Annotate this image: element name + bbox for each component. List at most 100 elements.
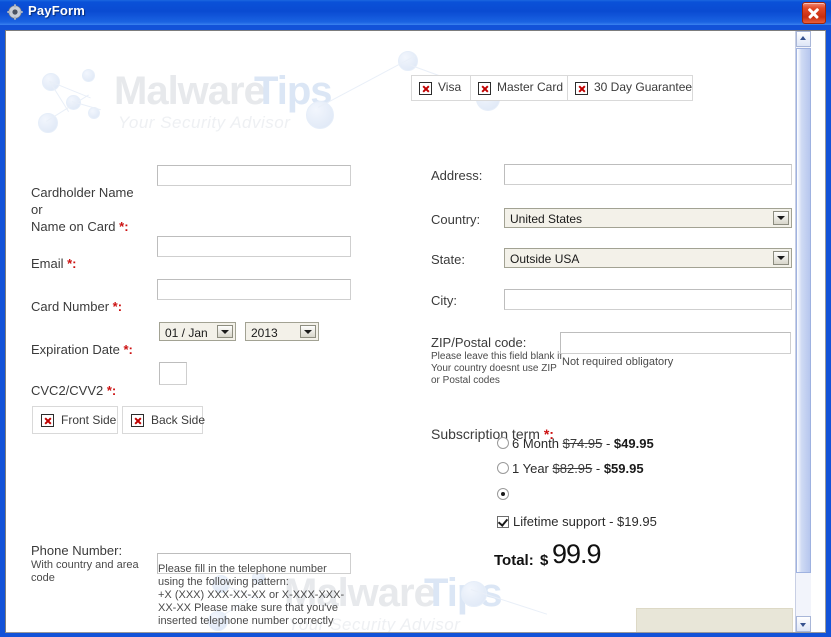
vertical-scrollbar[interactable]: [795, 31, 811, 632]
watermark-node: [82, 69, 95, 82]
option-old-price: $74.95: [562, 436, 603, 451]
address-label: Address:: [431, 168, 483, 183]
watermark-line: [71, 101, 101, 111]
card-number-label-text: Card Number: [31, 299, 113, 314]
watermark-line: [46, 94, 89, 122]
state-select[interactable]: Outside USA: [504, 248, 792, 268]
watermark-node: [88, 107, 100, 119]
city-label: City:: [431, 293, 457, 308]
badge-label: Visa: [438, 80, 462, 94]
scroll-down-icon[interactable]: [796, 616, 811, 632]
card-number-input[interactable]: [157, 279, 351, 300]
chevron-down-icon[interactable]: [300, 325, 316, 338]
expiration-month-select[interactable]: 01 / Jan: [159, 322, 236, 341]
option-term: 6 Month: [512, 436, 563, 451]
watermark-top: Malware Tips Your Security Advisor: [36, 69, 333, 139]
expiration-year-value: 2013: [251, 326, 278, 340]
close-icon[interactable]: [802, 2, 826, 24]
watermark-node: [398, 51, 418, 71]
lifetime-support-checkbox[interactable]: [497, 516, 509, 528]
option-old-price: $82.95: [552, 461, 593, 476]
address-input[interactable]: [504, 164, 792, 185]
title-bar: PayForm: [0, 0, 831, 25]
phone-number-sublabel: With country and area code: [31, 559, 139, 584]
required-marker: *:: [119, 219, 129, 234]
total-currency: $: [540, 552, 549, 569]
broken-image-icon: [131, 414, 144, 427]
badge-label: 30 Day Guarantee: [594, 80, 693, 94]
option-new-price: $59.95: [603, 461, 644, 476]
subscription-radio-1-year[interactable]: [497, 462, 509, 474]
cvc-label: CVC2/CVV2 *:: [31, 365, 116, 399]
phone-number-hint: Please fill in the telephone number usin…: [158, 563, 345, 627]
watermark-line: [49, 81, 91, 99]
front-side-label: Front Side: [61, 413, 117, 427]
expiration-month-value: 01 / Jan: [165, 326, 208, 340]
badge-master-card[interactable]: Master Card: [470, 75, 568, 101]
required-marker: *:: [112, 299, 123, 314]
watermark-node: [461, 581, 487, 607]
subscription-option-6-month: 6 Month $74.95 - $49.95: [512, 436, 654, 451]
broken-image-icon: [575, 82, 588, 95]
email-input[interactable]: [157, 236, 351, 257]
broken-image-icon: [419, 82, 432, 95]
window-client-area: Malware Tips Your Security Advisor Malwa…: [5, 30, 826, 633]
required-marker: *:: [67, 256, 77, 271]
option-new-price: $49.95: [613, 436, 654, 451]
broken-image-icon: [41, 414, 54, 427]
broken-image-icon: [478, 82, 491, 95]
subscription-radio-blank[interactable]: [497, 488, 509, 500]
front-side-button[interactable]: Front Side: [32, 406, 118, 434]
option-term: 1 Year: [512, 461, 553, 476]
scroll-up-icon[interactable]: [796, 31, 811, 47]
watermark-node: [66, 95, 81, 110]
watermark-line: [470, 589, 548, 615]
cardholder-name-input[interactable]: [157, 165, 351, 186]
badge-visa[interactable]: Visa: [411, 75, 471, 101]
total-label: Total:: [494, 552, 534, 569]
chevron-down-icon[interactable]: [773, 251, 789, 265]
watermark-node: [38, 113, 58, 133]
submit-button[interactable]: [636, 608, 793, 632]
payform-window: PayForm Malware Tips Your Security Advis…: [0, 0, 831, 637]
email-label-text: Email: [31, 256, 68, 271]
expiration-year-select[interactable]: 2013: [245, 322, 319, 341]
form-page: Malware Tips Your Security Advisor Malwa…: [6, 31, 811, 632]
watermark-tagline: Your Security Advisor: [118, 113, 291, 132]
lifetime-support-label: Lifetime support - $19.95: [513, 514, 657, 529]
cvc-label-text: CVC2/CVV2: [31, 383, 107, 398]
state-value: Outside USA: [510, 252, 580, 266]
city-input[interactable]: [504, 289, 792, 310]
watermark-word-malware: Malware: [114, 69, 266, 113]
option-separator: -: [602, 436, 614, 451]
back-side-button[interactable]: Back Side: [122, 406, 206, 434]
window-title: PayForm: [28, 3, 86, 18]
watermark-line: [49, 81, 70, 113]
badge-label: Master Card: [497, 80, 564, 94]
back-side-label: Back Side: [151, 413, 206, 427]
country-label: Country:: [431, 212, 481, 227]
total-amount: 99.9: [552, 539, 602, 569]
chevron-down-icon[interactable]: [773, 211, 789, 225]
watermark-word-tips: Tips: [254, 69, 333, 113]
cvc-input[interactable]: [159, 362, 187, 385]
email-label: Email *:: [31, 238, 77, 272]
gear-icon: [7, 4, 23, 20]
scrollbar-thumb[interactable]: [796, 48, 811, 573]
country-select[interactable]: United States: [504, 208, 792, 228]
subscription-radio-6-month[interactable]: [497, 437, 509, 449]
badge-30-day-guarantee[interactable]: 30 Day Guarantee: [567, 75, 693, 101]
watermark-node: [42, 73, 60, 91]
watermark-node: [306, 101, 334, 129]
card-number-label: Card Number *:: [31, 281, 122, 315]
zip-input[interactable]: [560, 332, 791, 354]
zip-note: Not required obligatory: [562, 356, 674, 368]
state-label: State:: [431, 252, 465, 267]
chevron-down-icon[interactable]: [217, 325, 233, 338]
country-value: United States: [510, 212, 583, 226]
option-separator: -: [592, 461, 604, 476]
required-marker: *:: [123, 342, 133, 357]
zip-label: ZIP/Postal code:: [431, 335, 527, 350]
watermark-word-tips: Tips: [424, 571, 503, 615]
expiration-date-label-text: Expiration Date: [31, 342, 124, 357]
